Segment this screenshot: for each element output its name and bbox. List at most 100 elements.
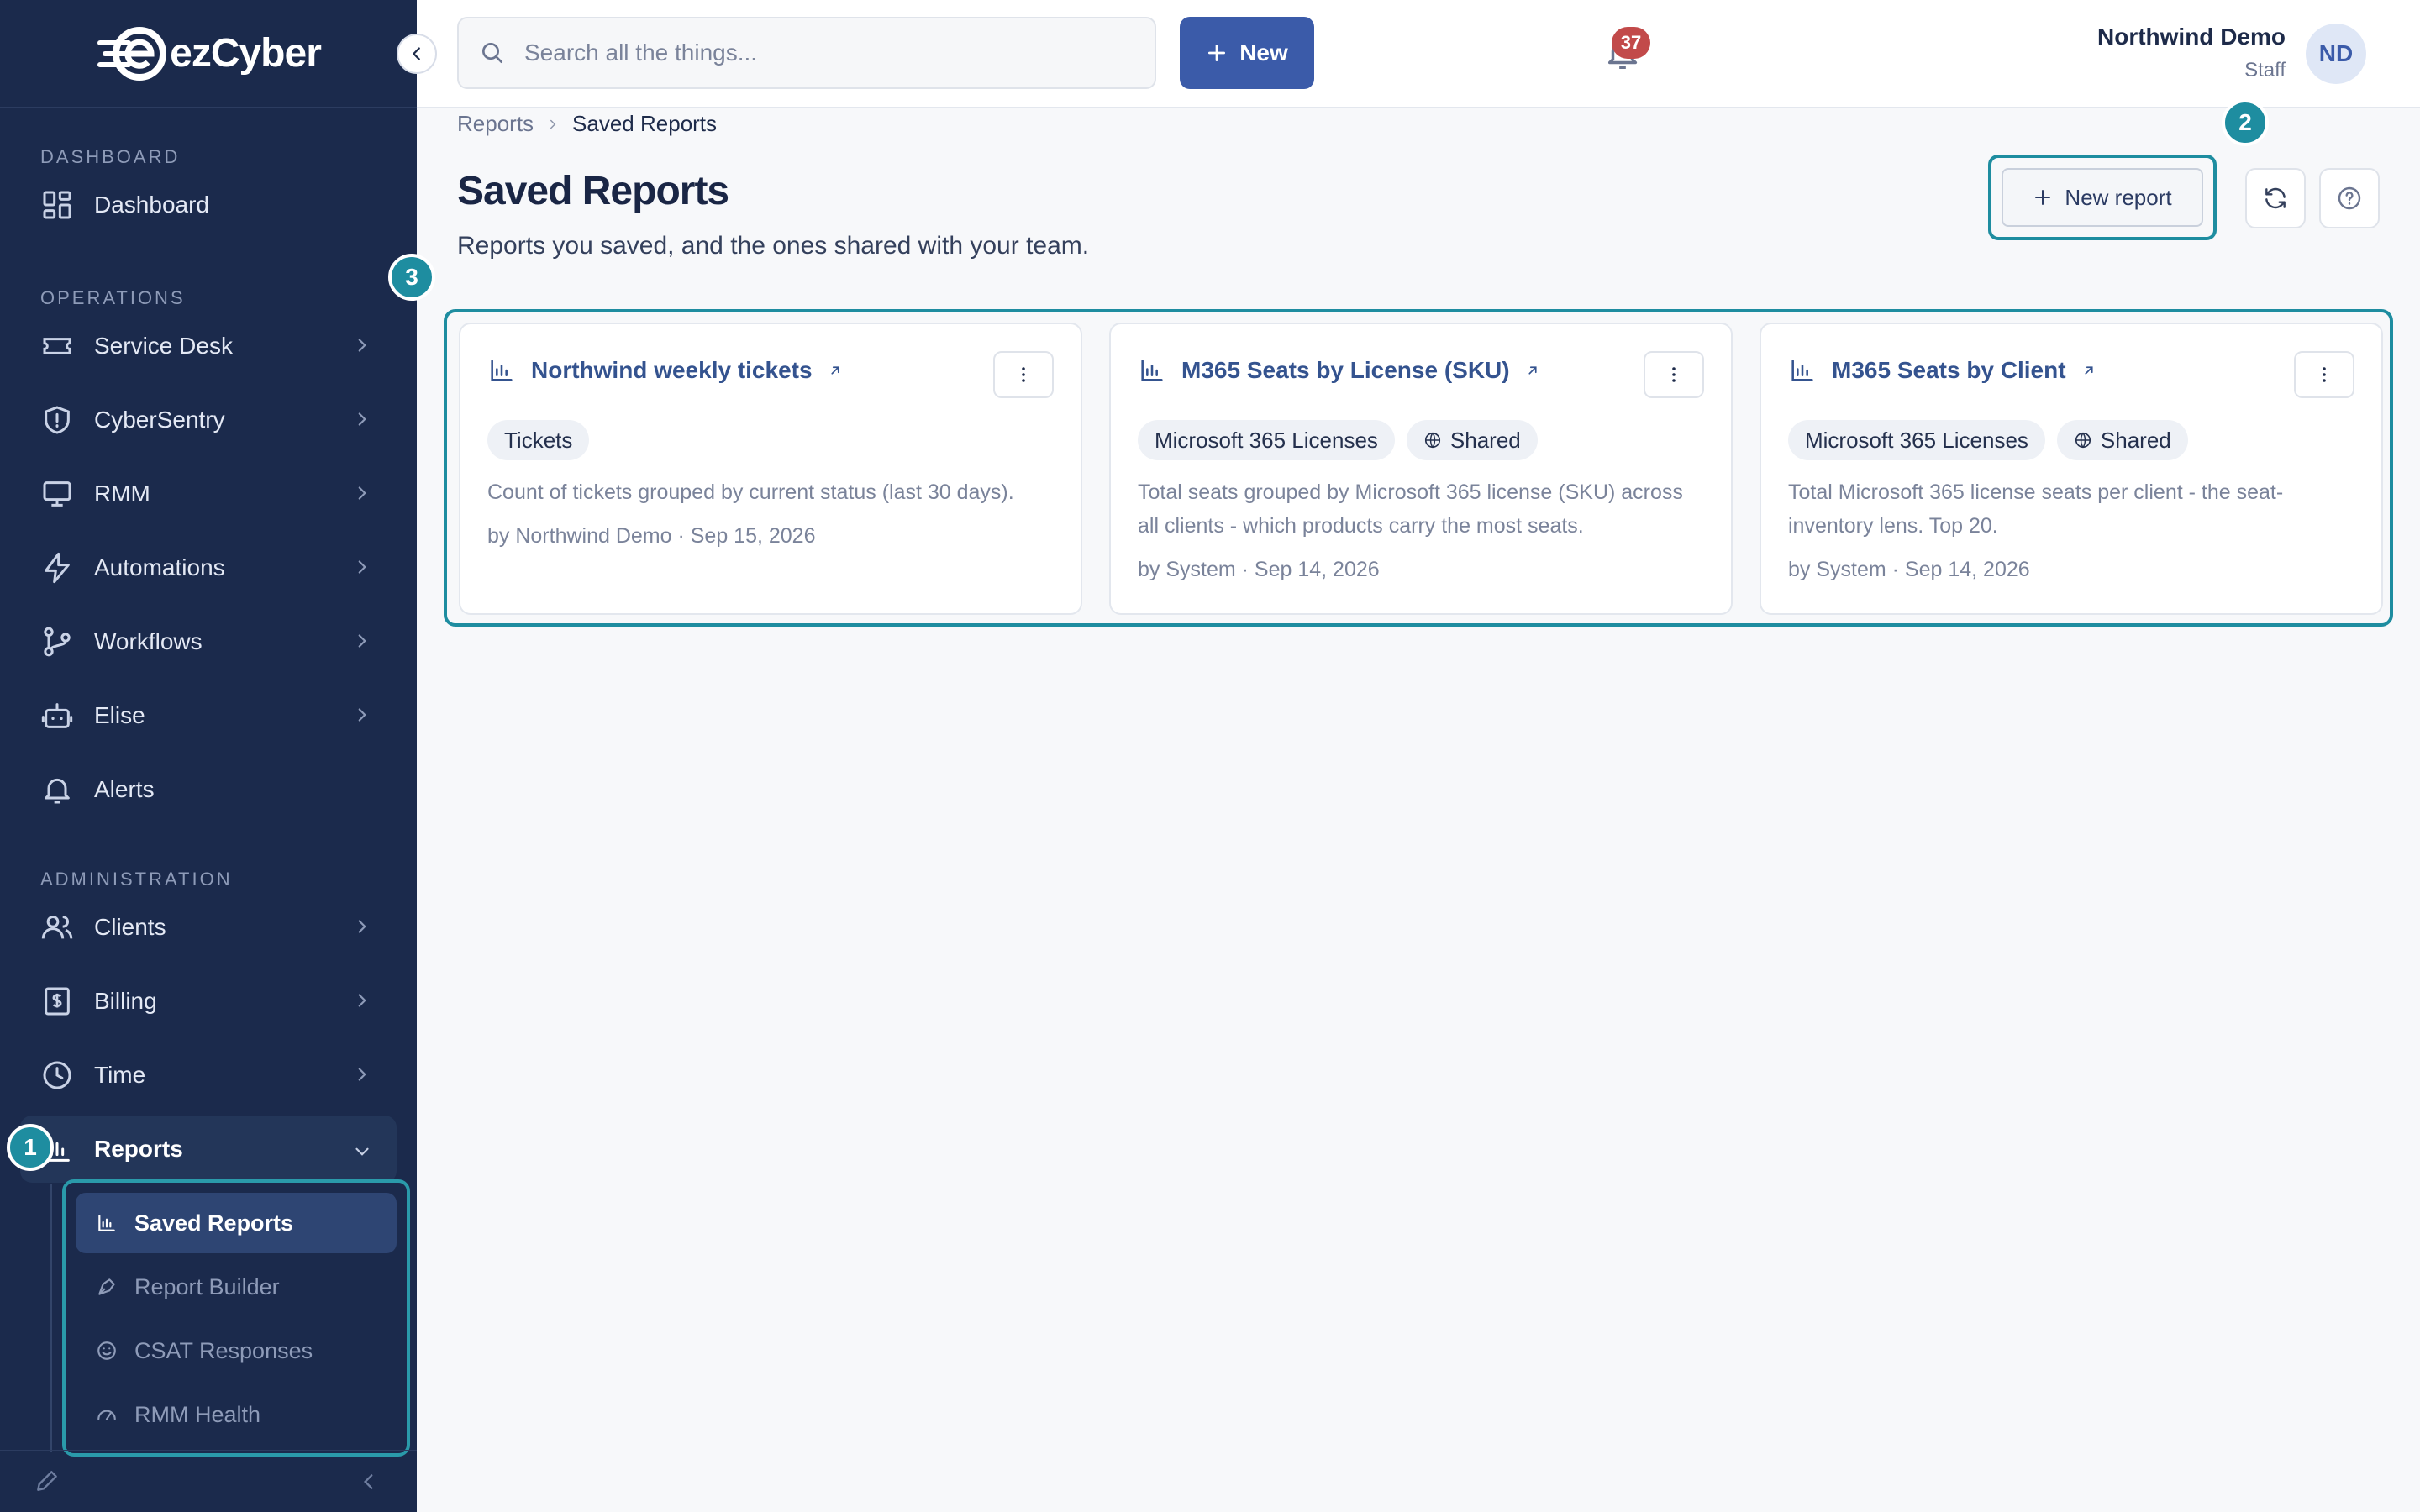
globe-icon	[1424, 432, 1440, 449]
submenu-item-rmm-health[interactable]: RMM Health	[76, 1384, 397, 1445]
chevron-left-icon	[413, 47, 420, 60]
chevron-right-icon	[358, 634, 366, 648]
card-meta: by Northwind Demo · Sep 15, 2026	[487, 524, 816, 548]
card-header[interactable]: M365 Seats by Client	[1788, 356, 2096, 385]
submenu-item-label: Report Builder	[134, 1273, 280, 1299]
card-meta: by System · Sep 14, 2026	[1138, 558, 1380, 581]
chevron-right-icon	[358, 994, 366, 1007]
sidebar-item-label: Service Desk	[94, 333, 233, 359]
ticket-icon	[43, 338, 71, 354]
more-vertical-icon	[1672, 367, 1676, 382]
card-menu-button[interactable]	[1644, 351, 1704, 398]
chevron-right-icon	[550, 119, 556, 129]
page-subtitle: Reports you saved, and the ones shared w…	[457, 232, 1090, 260]
sidebar-item-automations[interactable]: Automations	[0, 531, 417, 605]
search-bar[interactable]	[457, 17, 1156, 89]
new-button[interactable]: New	[1180, 17, 1314, 89]
sidebar-item-clients[interactable]: Clients	[0, 890, 417, 964]
category-tag: Microsoft 365 Licenses	[1138, 420, 1395, 460]
sidebar-item-billing[interactable]: Billing	[0, 964, 417, 1038]
card-description: Total seats grouped by Microsoft 365 lic…	[1138, 480, 1683, 538]
logo[interactable]: ezCyber	[96, 25, 322, 82]
card-title[interactable]: M365 Seats by License (SKU)	[1181, 357, 1510, 384]
section-operations: OPERATIONS	[40, 287, 186, 308]
pencil-icon[interactable]	[34, 1467, 60, 1494]
submenu-item-csat-responses[interactable]: CSAT Responses	[76, 1320, 397, 1381]
bolt-icon	[45, 552, 70, 584]
annotation-marker-3: 3	[388, 254, 435, 301]
sidebar-item-label: RMM	[94, 480, 150, 507]
report-card[interactable]: M365 Seats by License (SKU) Microsoft 36…	[1109, 323, 1733, 615]
chart-icon	[1141, 360, 1163, 381]
external-link-icon	[830, 366, 839, 375]
plus-icon	[1208, 44, 1226, 62]
card-menu-button[interactable]	[993, 351, 1054, 398]
chevron-right-icon	[358, 560, 366, 574]
sidebar-item-cybersentry[interactable]: CyberSentry	[0, 383, 417, 457]
search-input[interactable]	[524, 39, 1113, 66]
workflow-icon	[44, 627, 71, 657]
report-card[interactable]: Northwind weekly tickets Tickets Count o…	[459, 323, 1082, 615]
card-menu-button[interactable]	[2294, 351, 2354, 398]
section-administration: ADMINISTRATION	[40, 869, 233, 890]
submenu-item-report-builder[interactable]: Report Builder	[76, 1257, 397, 1317]
notification-count-badge: 37	[1612, 27, 1650, 59]
sidebar-item-elise[interactable]: Elise	[0, 679, 417, 753]
bell-icon	[45, 778, 70, 804]
user-name: Northwind Demo	[2097, 24, 2286, 50]
globe-icon	[2075, 432, 2091, 449]
submenu-item-label: RMM Health	[134, 1401, 261, 1427]
chevron-down-icon	[355, 1147, 369, 1156]
card-header[interactable]: M365 Seats by License (SKU)	[1138, 356, 1540, 385]
chart-icon	[1791, 360, 1813, 381]
sidebar-item-label: Reports	[94, 1136, 183, 1162]
help-button[interactable]	[2319, 168, 2380, 228]
sidebar-item-time[interactable]: Time	[0, 1038, 417, 1112]
sidebar-item-rmm[interactable]: RMM	[0, 457, 417, 531]
report-card[interactable]: M365 Seats by Client Microsoft 365 Licen…	[1760, 323, 2383, 615]
sidebar-item-alerts[interactable]: Alerts	[0, 753, 417, 827]
card-title[interactable]: M365 Seats by Client	[1832, 357, 2066, 384]
card-title[interactable]: Northwind weekly tickets	[531, 357, 813, 384]
breadcrumb-link-reports[interactable]: Reports	[457, 111, 534, 137]
sidebar-item-dashboard[interactable]: Dashboard	[0, 168, 417, 242]
smile-icon	[97, 1341, 116, 1360]
sidebar-item-label: Alerts	[94, 776, 155, 802]
submenu-item-saved-reports[interactable]: Saved Reports	[76, 1193, 397, 1253]
topbar: New	[417, 0, 2420, 108]
card-tags: Microsoft 365 Licenses Shared	[1138, 420, 1538, 460]
users-icon	[41, 916, 73, 939]
chevron-left-icon[interactable]	[358, 1471, 380, 1493]
sidebar-item-service-desk[interactable]: Service Desk	[0, 309, 417, 383]
submenu-item-label: Saved Reports	[134, 1210, 294, 1236]
avatar[interactable]: ND	[2306, 24, 2366, 84]
shared-tag: Shared	[2056, 420, 2188, 460]
refresh-button[interactable]	[2245, 168, 2306, 228]
new-report-button[interactable]: New report	[2002, 168, 2203, 227]
breadcrumb-current: Saved Reports	[572, 111, 718, 136]
shield-icon	[45, 406, 70, 434]
sidebar-item-workflows[interactable]: Workflows	[0, 605, 417, 679]
submenu-item-label: CSAT Responses	[134, 1337, 313, 1363]
annotation-marker-1: 1	[7, 1124, 54, 1171]
monitor-icon	[43, 481, 71, 507]
sidebar-footer	[0, 1450, 417, 1512]
chevron-right-icon	[358, 708, 366, 722]
sidebar-item-label: Clients	[94, 914, 166, 940]
sidebar: ezCyber DASHBOARD Dashboard OPERATIONS S…	[0, 0, 437, 1512]
gauge-icon	[97, 1410, 116, 1420]
card-header[interactable]: Northwind weekly tickets	[487, 356, 843, 385]
chart-icon	[98, 1215, 115, 1231]
logo-area: ezCyber	[0, 0, 437, 108]
card-description: Count of tickets grouped by current stat…	[487, 480, 1014, 504]
sidebar-item-label: Dashboard	[94, 192, 209, 218]
category-tag: Microsoft 365 Licenses	[1788, 420, 2045, 460]
sidebar-item-label: CyberSentry	[94, 407, 225, 433]
sidebar-item-label: Elise	[94, 702, 145, 728]
sidebar-item-reports[interactable]: Reports	[20, 1116, 397, 1183]
collapse-sidebar-button[interactable]	[397, 34, 437, 74]
refresh-icon	[2265, 187, 2286, 209]
chevron-right-icon	[358, 920, 366, 933]
sidebar-item-label: Billing	[94, 988, 157, 1014]
shared-label: Shared	[2100, 427, 2171, 453]
